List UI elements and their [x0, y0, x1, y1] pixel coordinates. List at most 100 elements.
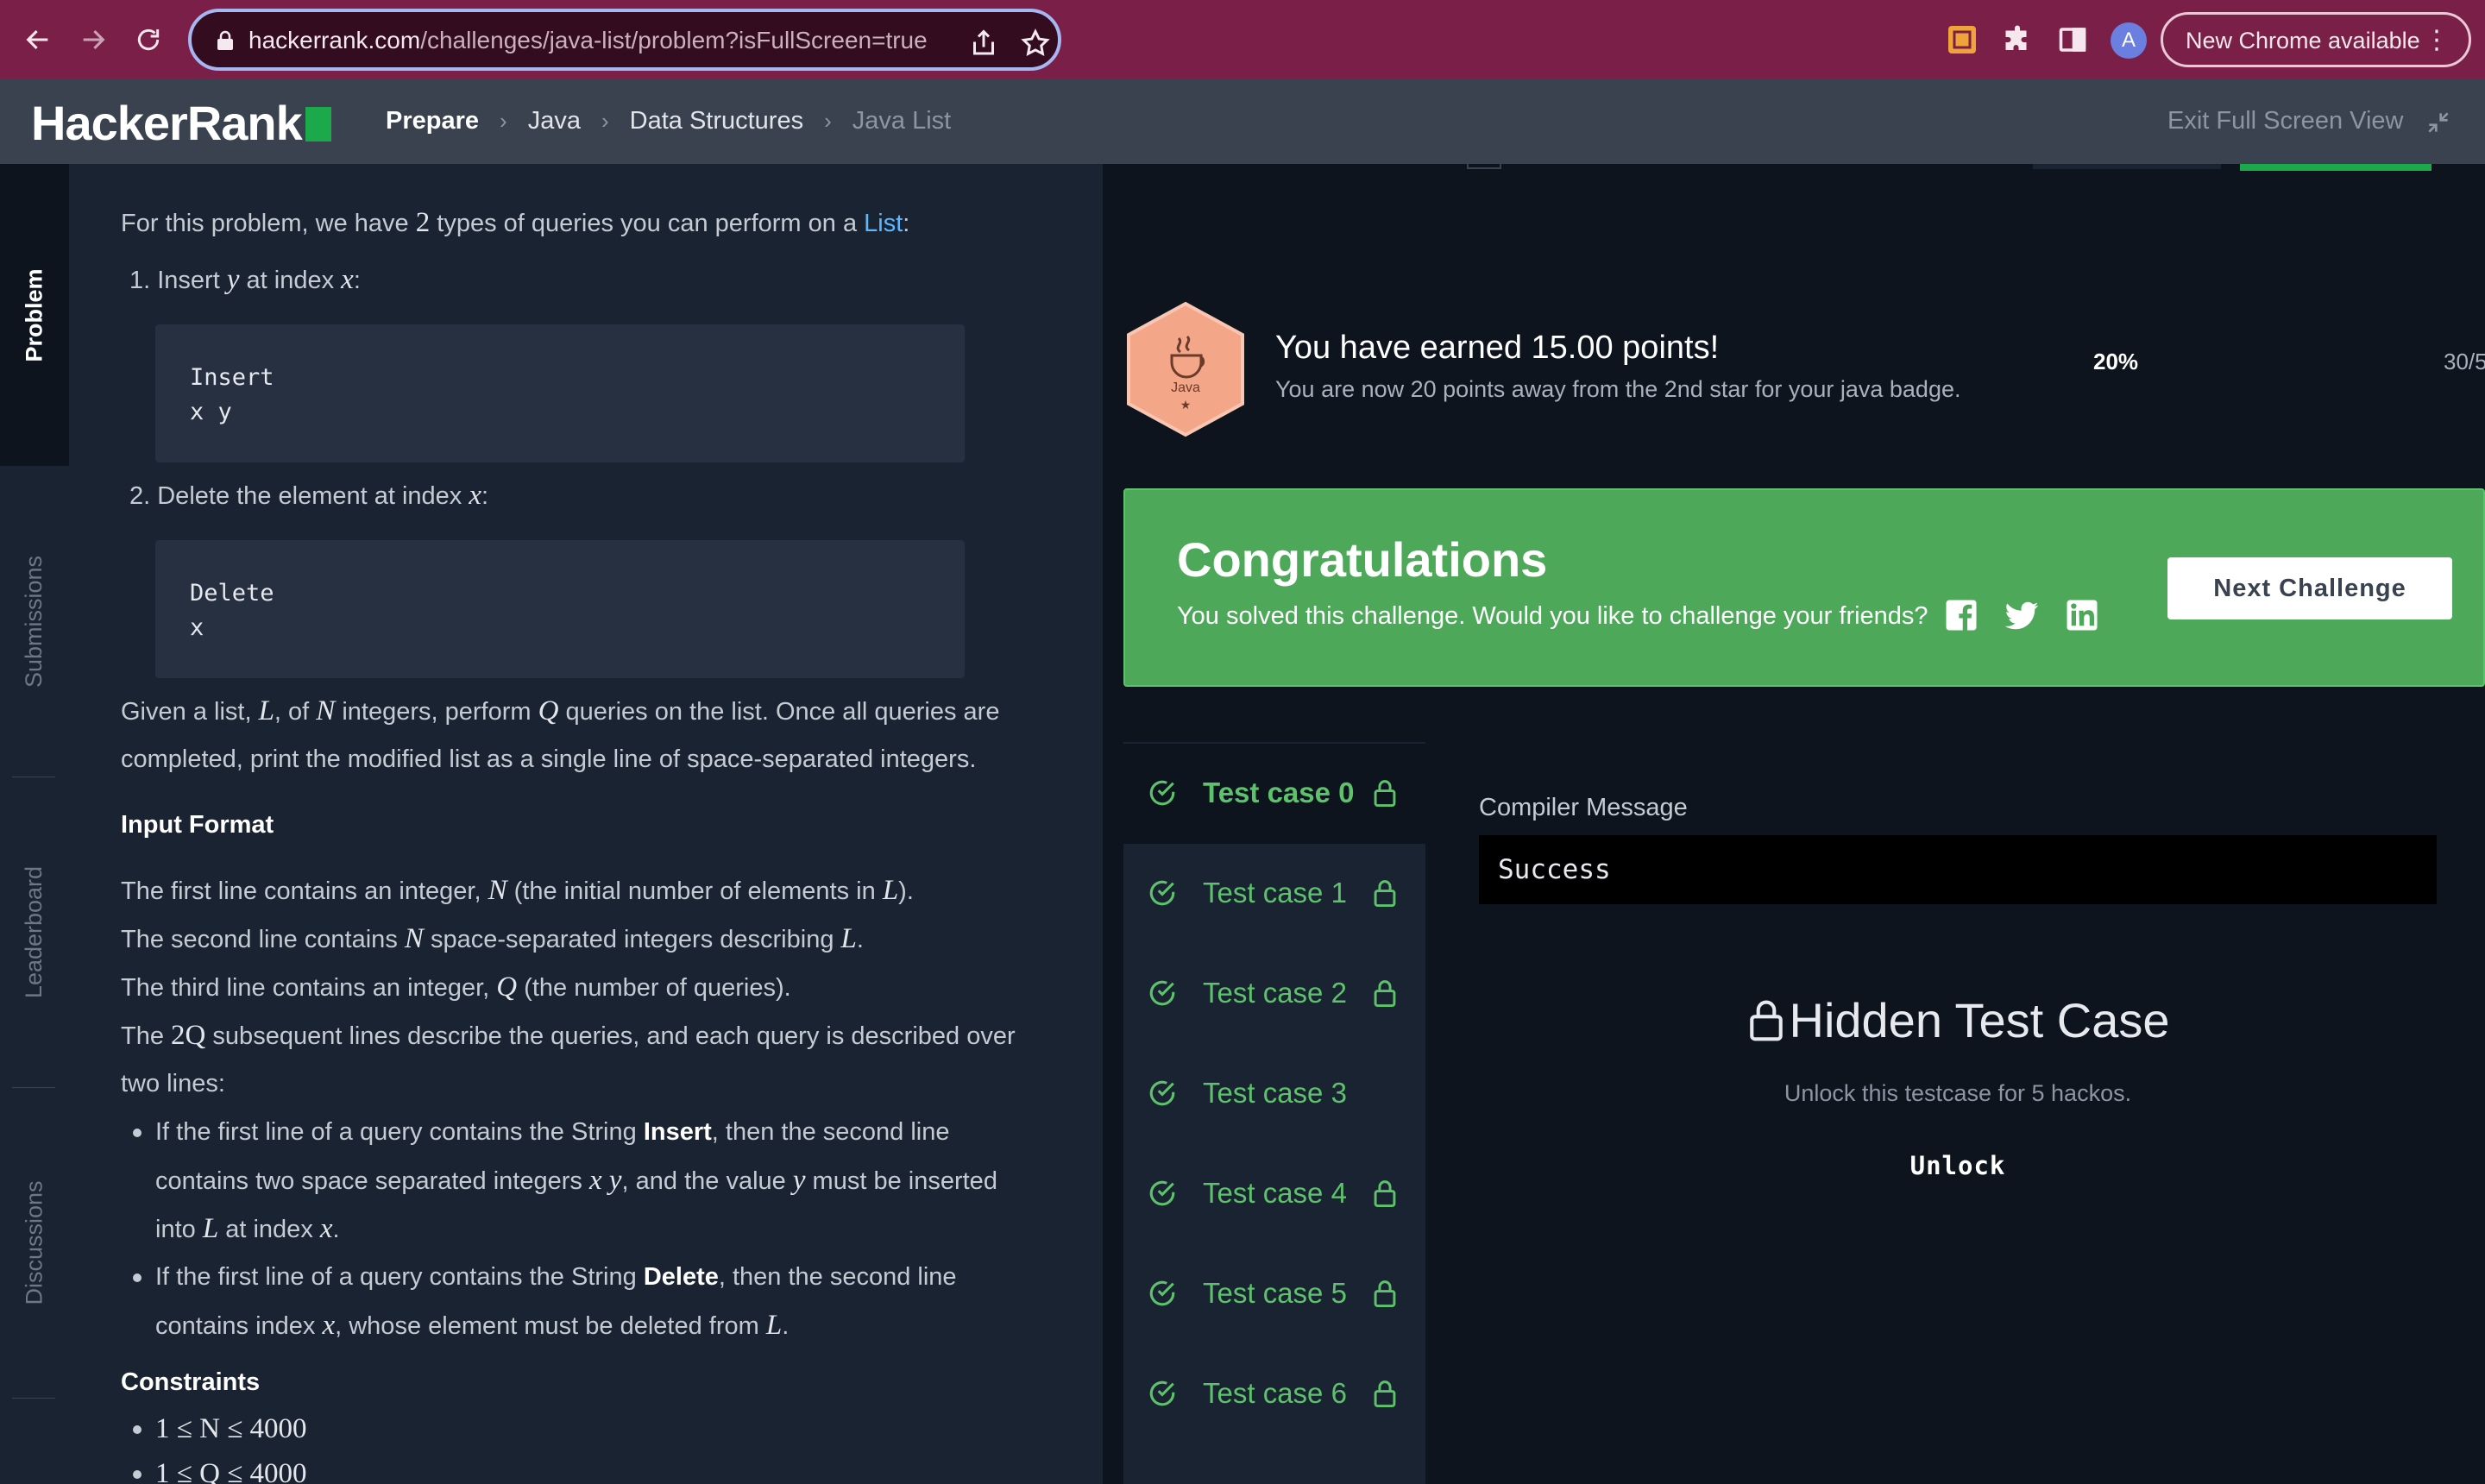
- format-line-4: The 2Q subsequent lines describe the que…: [121, 1020, 1016, 1051]
- constraint-q: 1 ≤ Q ≤ 4000: [155, 1458, 307, 1484]
- bookmark-star-icon[interactable]: [1020, 28, 1051, 59]
- tab-submissions-label[interactable]: Submissions: [0, 466, 69, 777]
- forward-arrow-icon[interactable]: [72, 19, 114, 60]
- side-panel-icon[interactable]: [2057, 24, 2088, 55]
- twitter-icon[interactable]: [2004, 597, 2040, 633]
- test-case-label: Test case 1: [1203, 877, 1347, 909]
- congratulations-banner: Congratulations You solved this challeng…: [1123, 488, 2485, 687]
- format-line-5: two lines:: [121, 1070, 225, 1097]
- compiler-message-output: Success: [1479, 835, 2437, 904]
- check-circle-icon: [1149, 980, 1175, 1006]
- insert-query-text: 1. Insert y at index x:: [129, 264, 361, 295]
- java-badge-icon: Java ★: [1127, 301, 1244, 437]
- lock-icon: [1374, 1380, 1396, 1408]
- lock-icon: [1374, 880, 1396, 908]
- chevron-right-icon: ›: [824, 108, 832, 134]
- test-case-list: Test case 0 Test case 1 Test case 2 Test ca…: [1123, 742, 1425, 1484]
- hackerrank-logo[interactable]: HackerRank: [31, 95, 331, 151]
- breadcrumb: Prepare › Java › Data Structures › Java …: [386, 107, 951, 135]
- test-case-label: Test case 6: [1203, 1377, 1347, 1409]
- next-challenge-button[interactable]: Next Challenge: [2167, 557, 2452, 619]
- constraints-heading: Constraints: [121, 1368, 261, 1396]
- compiler-message-label: Compiler Message: [1479, 794, 1688, 821]
- breadcrumb-java-list: Java List: [852, 107, 952, 135]
- test-results: Test case 0 Test case 1 Test case 2 Test ca…: [1123, 742, 2485, 1484]
- new-chrome-available-button[interactable]: New Chrome available ⋮: [2161, 12, 2471, 67]
- problem-statement-view: For this problem, we have 2 types of que…: [69, 164, 1103, 1484]
- insert-rule-3: into L at index x.: [155, 1213, 340, 1244]
- unlock-hint: Unlock this testcase for 5 hackos.: [1784, 1080, 2132, 1106]
- kebab-menu-icon[interactable]: ⋮: [2424, 25, 2450, 55]
- address-bar[interactable]: hackerrank.com/challenges/java-list/prob…: [188, 9, 1061, 71]
- format-line-1: The first line contains an integer, N (t…: [121, 875, 914, 906]
- delete-rule-2: contains index x, whose element must be …: [155, 1310, 790, 1341]
- format-line-3: The third line contains an integer, Q (t…: [121, 972, 791, 1003]
- reload-icon[interactable]: [128, 19, 169, 60]
- test-case-label: Test case 0: [1203, 777, 1355, 808]
- test-case-label: Test case 2: [1203, 977, 1347, 1009]
- congratulations-subtitle: You solved this challenge. Would you lik…: [1177, 602, 1928, 630]
- chevron-right-icon: ›: [500, 108, 507, 134]
- tab-problem[interactable]: Problem: [0, 164, 69, 466]
- test-case-tab[interactable]: Test case 0: [1123, 744, 1425, 844]
- test-case-tab[interactable]: Test case 5: [1123, 1244, 1425, 1344]
- submit-button-edge[interactable]: [2240, 164, 2432, 171]
- lock-icon: [1749, 1000, 1783, 1041]
- extensions-puzzle-icon[interactable]: [2002, 24, 2033, 55]
- format-line-2: The second line contains N space-separat…: [121, 923, 864, 954]
- check-circle-icon: [1149, 780, 1175, 806]
- test-case-tab[interactable]: Test case 6: [1123, 1344, 1425, 1444]
- delete-query-text: 2. Delete the element at index x:: [129, 480, 489, 511]
- lock-icon: [1374, 780, 1396, 808]
- breadcrumb-prepare[interactable]: Prepare: [386, 107, 479, 135]
- check-circle-icon: [1149, 880, 1175, 906]
- test-case-tab[interactable]: Test case 2: [1123, 944, 1425, 1044]
- check-circle-icon: [1149, 1280, 1175, 1306]
- test-case-tab[interactable]: Test case 4: [1123, 1144, 1425, 1244]
- side-tab-labels: Submissions Leaderboard Discussions: [0, 466, 69, 1484]
- chevron-right-icon: ›: [601, 108, 609, 134]
- given-text-2: completed, print the modified list as a …: [121, 745, 977, 773]
- progress-count: 30/50: [2444, 349, 2485, 374]
- tab-discussions-label[interactable]: Discussions: [0, 1087, 69, 1398]
- facebook-icon[interactable]: [1943, 597, 1979, 633]
- breadcrumb-data-structures[interactable]: Data Structures: [630, 107, 803, 135]
- bullet-dot: [133, 1425, 142, 1434]
- test-case-detail: Compiler Message Success Hidden Test Cas…: [1425, 742, 2485, 1484]
- test-case-tab[interactable]: Test case 1: [1123, 844, 1425, 944]
- share-icon[interactable]: [968, 28, 999, 59]
- back-arrow-icon[interactable]: [17, 19, 59, 60]
- logo-block-icon: [305, 107, 331, 141]
- linkedin-icon[interactable]: [2064, 597, 2100, 633]
- toolbar-remnant: [1467, 164, 1501, 169]
- collapse-icon[interactable]: [2425, 109, 2452, 136]
- run-code-button-edge[interactable]: [2033, 164, 2221, 169]
- badge-star-icon: ★: [1180, 398, 1192, 412]
- test-case-tab[interactable]: Test case 3: [1123, 1044, 1425, 1144]
- extension-keep-icon[interactable]: [1947, 24, 1978, 55]
- bullet-dot: [133, 1273, 142, 1282]
- delete-rule-1: If the first line of a query contains th…: [155, 1263, 957, 1291]
- lock-icon: [1374, 980, 1396, 1008]
- profile-avatar[interactable]: A: [2111, 22, 2147, 59]
- list-link[interactable]: List: [864, 210, 903, 237]
- points-earned-subtitle: You are now 20 points away from the 2nd …: [1275, 376, 1961, 402]
- check-circle-icon: [1149, 1180, 1175, 1206]
- input-format-title: Input Format: [121, 811, 274, 839]
- site-header: HackerRank Prepare › Java › Data Structu…: [0, 79, 2485, 164]
- exit-full-screen-link[interactable]: Exit Full Screen View: [2167, 107, 2403, 135]
- unlock-button[interactable]: Unlock: [1425, 1151, 2485, 1180]
- lock-icon: [1374, 1280, 1396, 1308]
- tab-leaderboard-label[interactable]: Leaderboard: [0, 777, 69, 1087]
- test-case-label: Test case 5: [1203, 1277, 1347, 1309]
- result-panel: Java ★ You have earned 15.00 points! You…: [1104, 164, 2485, 1484]
- insert-rule-1: If the first line of a query contains th…: [155, 1118, 950, 1146]
- url-text: hackerrank.com/challenges/java-list/prob…: [248, 27, 928, 53]
- breadcrumb-java[interactable]: Java: [528, 107, 581, 135]
- points-earned-title: You have earned 15.00 points!: [1275, 330, 1720, 366]
- congratulations-title: Congratulations: [1177, 532, 1548, 587]
- hidden-test-case-title: Hidden Test Case: [1425, 992, 2485, 1048]
- points-earned-row: Java ★ You have earned 15.00 points! You…: [1122, 300, 2485, 438]
- bullet-dot: [133, 1470, 142, 1479]
- test-case-label: Test case 4: [1203, 1177, 1347, 1209]
